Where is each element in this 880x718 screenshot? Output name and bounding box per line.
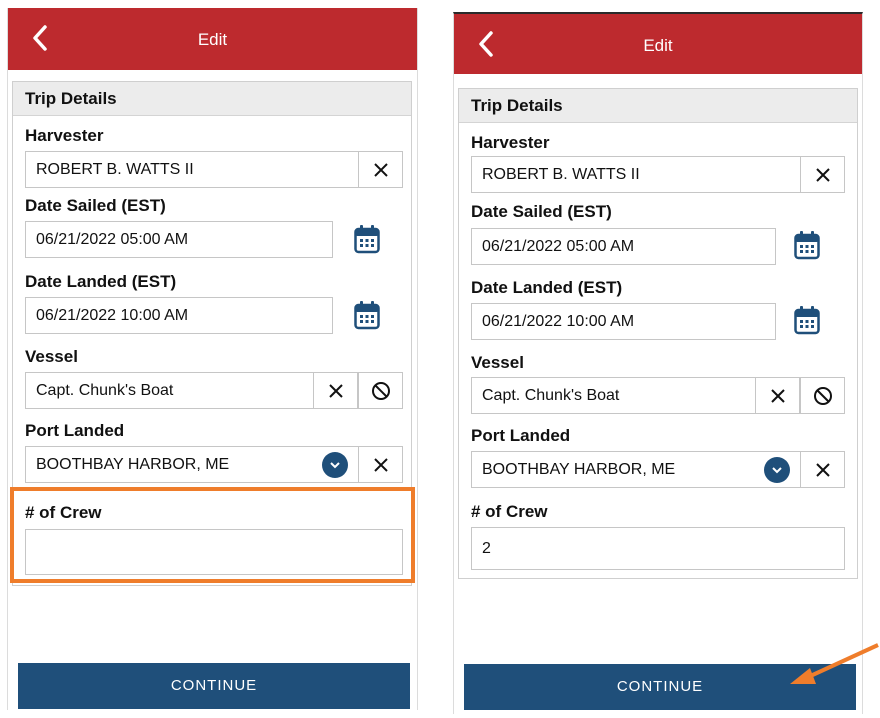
close-icon: [373, 457, 388, 472]
clear-port-button[interactable]: [800, 451, 845, 488]
port-landed-label: Port Landed: [25, 421, 125, 440]
phone-screen-left: Edit Trip Details Harvester ROBERT B. WA…: [7, 8, 418, 710]
port-landed-select[interactable]: BOOTHBAY HARBOR, ME: [25, 446, 359, 483]
trip-details-card: Trip Details Harvester ROBERT B. WATTS I…: [12, 81, 412, 586]
harvester-label: Harvester: [25, 126, 104, 145]
section-title: Trip Details: [13, 82, 411, 116]
no-vessel-button[interactable]: [800, 377, 845, 414]
crew-label: # of Crew: [25, 503, 102, 522]
clear-vessel-button[interactable]: [755, 377, 800, 414]
close-icon: [815, 167, 830, 182]
vessel-label: Vessel: [471, 353, 524, 372]
harvester-field[interactable]: ROBERT B. WATTS II: [25, 151, 359, 188]
clear-vessel-button[interactable]: [313, 372, 358, 409]
clear-port-button[interactable]: [358, 446, 403, 483]
vessel-field[interactable]: Capt. Chunk's Boat: [25, 372, 314, 409]
app-header: Edit: [454, 14, 862, 74]
calendar-icon[interactable]: [794, 305, 820, 335]
phone-screen-right: Edit Trip Details Harvester ROBERT B. WA…: [453, 12, 863, 714]
clear-harvester-button[interactable]: [358, 151, 403, 188]
app-header: Edit: [8, 8, 417, 70]
crew-input[interactable]: 2: [471, 527, 845, 570]
continue-button[interactable]: CONTINUE: [18, 663, 410, 709]
calendar-icon[interactable]: [794, 230, 820, 260]
chevron-down-icon[interactable]: [322, 452, 348, 478]
date-sailed-field[interactable]: 06/21/2022 05:00 AM: [25, 221, 333, 258]
crew-label: # of Crew: [471, 502, 548, 521]
crew-input[interactable]: [25, 529, 403, 575]
vessel-label: Vessel: [25, 347, 78, 366]
date-sailed-label: Date Sailed (EST): [471, 202, 612, 221]
calendar-icon[interactable]: [354, 224, 380, 254]
close-icon: [770, 388, 785, 403]
port-landed-select[interactable]: BOOTHBAY HARBOR, ME: [471, 451, 801, 488]
date-landed-label: Date Landed (EST): [25, 272, 177, 291]
date-landed-label: Date Landed (EST): [471, 278, 623, 297]
block-icon: [813, 386, 832, 405]
date-sailed-label: Date Sailed (EST): [25, 196, 166, 215]
calendar-icon[interactable]: [354, 300, 380, 330]
date-landed-field[interactable]: 06/21/2022 10:00 AM: [471, 303, 776, 340]
continue-button[interactable]: CONTINUE: [464, 664, 856, 710]
close-icon: [373, 162, 388, 177]
harvester-field[interactable]: ROBERT B. WATTS II: [471, 156, 801, 193]
page-title: Edit: [643, 36, 673, 55]
close-icon: [815, 462, 830, 477]
chevron-down-icon[interactable]: [764, 457, 790, 483]
port-landed-label: Port Landed: [471, 426, 571, 445]
no-vessel-button[interactable]: [358, 372, 403, 409]
close-icon: [328, 383, 343, 398]
clear-harvester-button[interactable]: [800, 156, 845, 193]
section-title: Trip Details: [459, 89, 857, 123]
block-icon: [371, 381, 390, 400]
date-sailed-field[interactable]: 06/21/2022 05:00 AM: [471, 228, 776, 265]
harvester-label: Harvester: [471, 133, 550, 152]
date-landed-field[interactable]: 06/21/2022 10:00 AM: [25, 297, 333, 334]
vessel-field[interactable]: Capt. Chunk's Boat: [471, 377, 756, 414]
page-title: Edit: [197, 30, 228, 49]
trip-details-card: Trip Details Harvester ROBERT B. WATTS I…: [458, 88, 858, 579]
